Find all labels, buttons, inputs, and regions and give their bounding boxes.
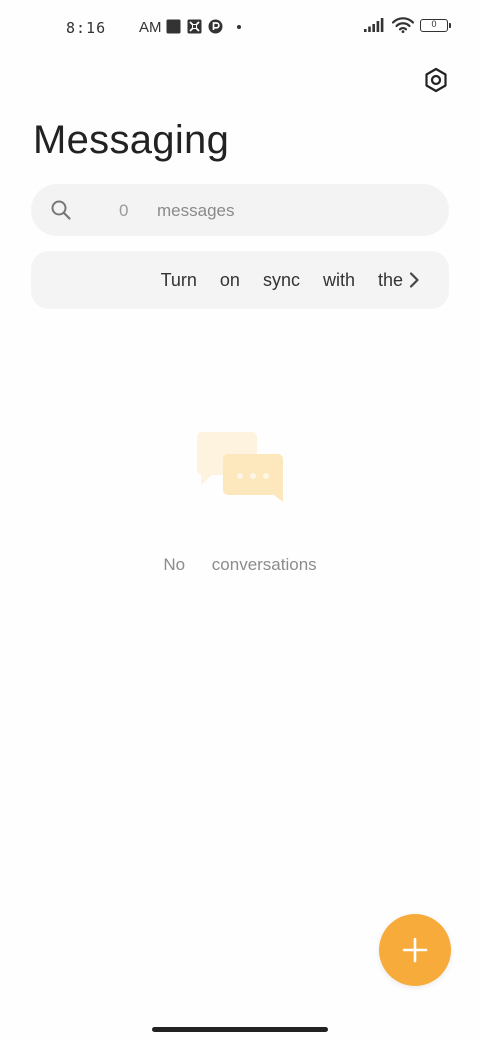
search-icon <box>51 200 71 220</box>
plus-icon <box>402 937 428 963</box>
chevron-right-icon <box>409 272 419 288</box>
empty-state-text: No conversations <box>163 555 317 574</box>
sync-banner-text: Turn on sync with the <box>160 270 403 290</box>
home-indicator[interactable] <box>152 1027 328 1032</box>
sync-banner[interactable]: Turn on sync with the <box>31 251 449 309</box>
wifi-icon <box>392 17 414 33</box>
status-right: 0 <box>364 17 451 33</box>
search-message-count: 0 <box>119 201 129 220</box>
search-bar[interactable]: 0 messages <box>31 184 449 236</box>
battery-icon: 0 <box>420 18 451 32</box>
signal-icon <box>364 18 384 32</box>
page-title: Messaging <box>33 118 230 162</box>
game-notification-icon <box>187 19 202 34</box>
battery-level: 0 <box>431 18 437 29</box>
status-ampm: AM <box>139 19 162 36</box>
status-time: 8:16 <box>66 19 107 37</box>
search-placeholder: messages <box>157 201 235 220</box>
notification-icons <box>166 19 241 34</box>
dot-icon <box>237 24 241 29</box>
app-notification-icon <box>208 19 223 34</box>
chat-bubbles-icon <box>197 432 283 502</box>
settings-icon[interactable] <box>422 66 450 94</box>
status-bar: 8:16 AM 0 <box>0 0 480 56</box>
new-conversation-button[interactable] <box>379 914 451 986</box>
square-notification-icon <box>166 19 181 34</box>
